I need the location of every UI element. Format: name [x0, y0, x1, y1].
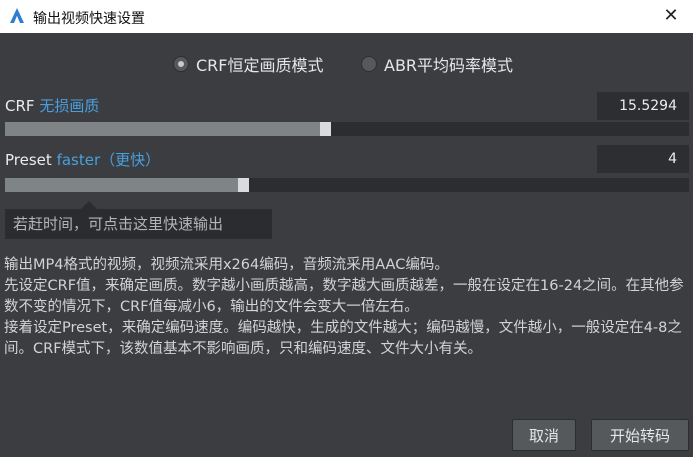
quick-output-tooltip[interactable]: 若赶时间，可点击这里快速输出 [5, 209, 272, 239]
app-logo-icon [10, 8, 24, 23]
crf-slider[interactable] [5, 122, 689, 136]
window-title: 输出视频快速设置 [33, 11, 145, 27]
description-text: 输出MP4格式的视频，视频流采用x264编码，音频流采用AAC编码。 先设定CR… [4, 255, 690, 360]
preset-value-field[interactable]: 4 [597, 145, 689, 173]
preset-label: Preset [5, 151, 52, 169]
preset-slider[interactable] [5, 178, 689, 192]
crf-label-row: CRF 无损画质 [5, 95, 99, 116]
title-bar: 输出视频快速设置 ✕ [0, 0, 693, 33]
tooltip-arrow [81, 201, 97, 209]
crf-slider-handle[interactable] [320, 122, 331, 136]
radio-unchecked-icon [361, 56, 377, 72]
close-button[interactable]: ✕ [661, 6, 681, 26]
preset-slider-handle[interactable] [238, 178, 249, 192]
radio-crf-label: CRF恒定画质模式 [196, 56, 324, 75]
crf-quality-text: 无损画质 [39, 97, 100, 115]
start-transcode-button[interactable]: 开始转码 [591, 419, 689, 451]
radio-crf-mode[interactable]: CRF恒定画质模式 [173, 53, 324, 75]
mode-selector: CRF恒定画质模式 ABR平均码率模式 [0, 53, 693, 77]
crf-slider-fill [5, 122, 320, 136]
description-paragraph: 接着设定Preset，来确定编码速度。编码越快，生成的文件越大；编码越慢，文件越… [4, 320, 682, 357]
dialog-content: CRF恒定画质模式 ABR平均码率模式 CRF 无损画质 15.5294 Pre… [0, 33, 693, 457]
radio-checked-icon [173, 56, 189, 72]
crf-label: CRF [5, 97, 35, 115]
description-paragraph: 输出MP4格式的视频，视频流采用x264编码，音频流采用AAC编码。 [4, 257, 449, 273]
preset-slider-fill [5, 178, 238, 192]
preset-speed-text: faster（更快） [56, 151, 161, 169]
description-paragraph: 先设定CRF值，来确定画质。数字越小画质越高，数字越大画质越差，一般在设定在16… [4, 278, 684, 315]
cancel-button[interactable]: 取消 [512, 419, 576, 451]
crf-value-field[interactable]: 15.5294 [597, 92, 689, 120]
radio-abr-label: ABR平均码率模式 [384, 56, 514, 75]
radio-abr-mode[interactable]: ABR平均码率模式 [361, 53, 513, 75]
preset-label-row: Preset faster（更快） [5, 149, 160, 170]
